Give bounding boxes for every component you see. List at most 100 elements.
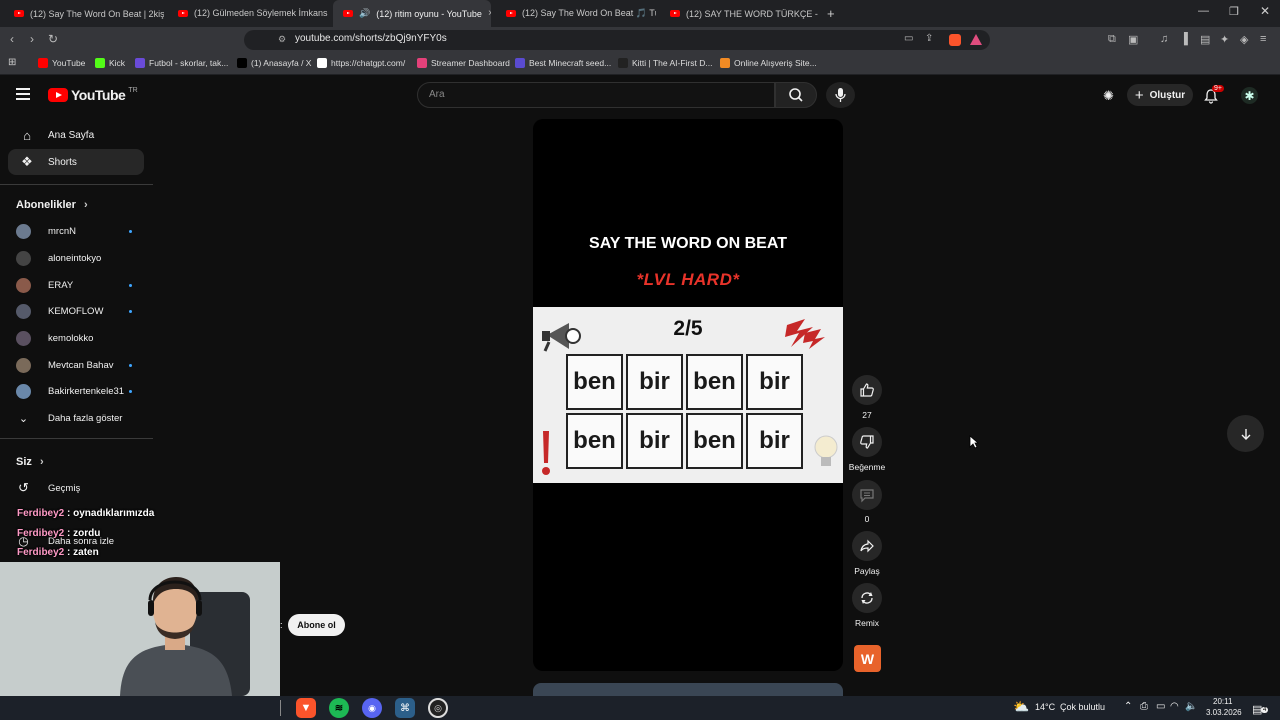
bookmark-item[interactable]: Futbol - skorlar, tak... xyxy=(135,58,228,68)
bookmark-item[interactable]: Streamer Dashboard xyxy=(417,58,510,68)
reload-icon[interactable]: ↻ xyxy=(48,32,58,46)
cast-icon[interactable]: ▭ xyxy=(904,33,913,44)
apps-grid-icon[interactable]: ⊞ xyxy=(8,57,16,68)
menu-icon[interactable]: ≡ xyxy=(1260,33,1266,45)
leo-ai-icon[interactable]: ✦ xyxy=(1220,33,1229,46)
bookmark-favicon-icon xyxy=(417,58,427,68)
notifications-button[interactable]: 9+ xyxy=(1203,85,1224,104)
battery-icon[interactable]: ▭ xyxy=(1156,701,1165,712)
obs-taskbar-icon[interactable]: ◎ xyxy=(428,698,448,718)
bookmark-item[interactable]: Kick xyxy=(95,58,125,68)
word-cell: bir xyxy=(746,413,803,469)
tab-close-icon[interactable]: × xyxy=(488,8,491,19)
spotify-taskbar-icon[interactable]: ≋ xyxy=(329,698,349,718)
brave-shield-icon[interactable] xyxy=(949,34,961,46)
dislike-button[interactable] xyxy=(852,427,882,457)
bookmark-item[interactable]: Kitti | The AI-First D... xyxy=(618,58,712,68)
sidebar-item-shorts[interactable]: ❖ Shorts xyxy=(8,149,144,175)
ai-sparkle-icon[interactable]: ✺ xyxy=(1103,88,1114,104)
bookmark-item[interactable]: Best Minecraft seed... xyxy=(515,58,611,68)
youtube-favicon-icon xyxy=(506,10,516,17)
wallet-icon[interactable]: ▤ xyxy=(1200,33,1210,46)
subscription-item[interactable]: KEMOFLOW xyxy=(16,301,136,321)
subscription-item[interactable]: mrcnN xyxy=(16,221,136,241)
browser-tab[interactable]: (12) Gülmeden Söylemek İmkansız! 🤫 xyxy=(168,0,328,27)
bookmark-item[interactable]: (1) Anasayfa / X xyxy=(237,58,311,68)
subscription-label: Mevtcan Bahav xyxy=(48,359,114,371)
forward-icon[interactable]: › xyxy=(30,32,34,46)
share-button[interactable] xyxy=(852,531,882,561)
brave-taskbar-icon[interactable]: ▼ xyxy=(296,698,316,718)
subscribe-button[interactable]: Abone ol xyxy=(288,614,345,636)
hamburger-menu-icon[interactable] xyxy=(16,88,30,100)
weather-desc[interactable]: Çok bulutlu xyxy=(1060,702,1105,712)
chat-separator: : xyxy=(64,508,74,519)
subscription-item[interactable]: Mevtcan Bahav xyxy=(16,355,136,375)
sidebar-item-label: Shorts xyxy=(48,156,77,168)
chat-text: zordu xyxy=(73,528,101,539)
create-label: Oluştur xyxy=(1149,89,1186,101)
search-input[interactable] xyxy=(417,82,775,108)
screenshot-icon[interactable]: ▣ xyxy=(1128,33,1138,46)
bookmark-item[interactable]: https://chatgpt.com/ xyxy=(317,58,405,68)
site-info-icon[interactable]: ⚙ xyxy=(278,34,286,45)
youtube-logo[interactable]: YouTube TR xyxy=(48,87,138,103)
browser-tab[interactable]: (12) Say The Word On Beat | 2kişilik O xyxy=(4,0,164,27)
bookmark-favicon-icon xyxy=(237,58,247,68)
next-short-button[interactable] xyxy=(1227,415,1264,452)
url-text[interactable]: youtube.com/shorts/zbQj9nYFY0s xyxy=(295,33,447,44)
weather-temp[interactable]: 14°C xyxy=(1035,702,1055,712)
tray-chevron-icon[interactable]: ⌃ xyxy=(1124,701,1132,712)
tray-app-icon[interactable]: ⎙ xyxy=(1140,701,1148,712)
media-icon[interactable]: ♫ xyxy=(1160,33,1168,45)
app-taskbar-icon[interactable]: ⌘ xyxy=(395,698,415,718)
sidebar-divider xyxy=(0,438,153,439)
audio-playing-icon[interactable]: 🔊 xyxy=(359,8,370,19)
subscription-item[interactable]: kemolokko xyxy=(16,328,136,348)
you-header[interactable]: Siz › xyxy=(16,456,44,468)
volume-icon[interactable]: 🔈 xyxy=(1185,701,1197,712)
like-button[interactable] xyxy=(852,375,882,405)
subscriptions-header[interactable]: Abonelikler › xyxy=(16,199,88,211)
vpn-icon[interactable]: ◈ xyxy=(1240,33,1248,46)
window-close-icon[interactable]: ✕ xyxy=(1260,4,1270,18)
sidebar-item-history[interactable]: ↺ Geçmiş xyxy=(16,478,136,498)
channel-avatar[interactable]: W xyxy=(854,645,881,672)
back-icon[interactable]: ‹ xyxy=(10,32,14,46)
browser-tab-active[interactable]: 🔊 (12) ritim oyunu - YouTube × xyxy=(333,0,491,27)
minimize-icon[interactable]: — xyxy=(1198,5,1209,17)
bookmark-favicon-icon xyxy=(95,58,105,68)
restore-icon[interactable]: ❐ xyxy=(1229,5,1239,18)
sidebar-item-home[interactable]: ⌂ Ana Sayfa xyxy=(8,122,144,148)
discord-taskbar-icon[interactable]: ◉ xyxy=(362,698,382,718)
voice-search-button[interactable] xyxy=(826,82,855,108)
clock-time[interactable]: 20:11 xyxy=(1213,697,1232,706)
sidebar-toggle-icon[interactable]: ▐ xyxy=(1180,33,1188,45)
remix-button[interactable] xyxy=(852,583,882,613)
new-tab-button[interactable]: + xyxy=(827,6,835,21)
subscription-label: aloneintokyo xyxy=(48,252,102,264)
subscription-item[interactable]: Bakirkertenkele31 xyxy=(16,381,136,401)
brave-rewards-icon[interactable] xyxy=(970,34,982,45)
bookmark-favicon-icon xyxy=(38,58,48,68)
bookmark-item[interactable]: YouTube xyxy=(38,58,85,68)
browser-tab[interactable]: (12) Say The Word On Beat 🎵 Türkç xyxy=(496,0,656,27)
create-button[interactable]: + Oluştur xyxy=(1127,84,1193,106)
weather-icon[interactable]: ⛅ xyxy=(1013,699,1029,715)
next-short-preview[interactable] xyxy=(533,683,843,697)
wifi-icon[interactable]: ◠ xyxy=(1170,701,1179,712)
notification-center-button[interactable]: ▤ 4 xyxy=(1252,700,1269,718)
show-more-button[interactable]: ⌄ Daha fazla göster xyxy=(16,408,136,428)
comments-button[interactable] xyxy=(852,480,882,510)
thumbs-up-icon xyxy=(860,383,874,397)
subscription-item[interactable]: aloneintokyo xyxy=(16,248,136,268)
share-page-icon[interactable]: ⇪ xyxy=(925,33,933,44)
account-avatar[interactable]: ✱ xyxy=(1241,87,1258,104)
extensions-icon[interactable]: ⧉ xyxy=(1108,33,1116,46)
bookmark-item[interactable]: Online Alışveriş Site... xyxy=(720,58,817,68)
browser-tab[interactable]: (12) SAY THE WORD TÜRKÇE - YouTu xyxy=(660,0,820,27)
search-button[interactable] xyxy=(775,82,817,108)
subscription-item[interactable]: ERAY xyxy=(16,275,136,295)
shorts-video-player[interactable]: SAY THE WORD ON BEAT *LVL HARD* 2/5 ben b… xyxy=(533,119,843,671)
clock-date[interactable]: 3.03.2026 xyxy=(1206,708,1242,717)
